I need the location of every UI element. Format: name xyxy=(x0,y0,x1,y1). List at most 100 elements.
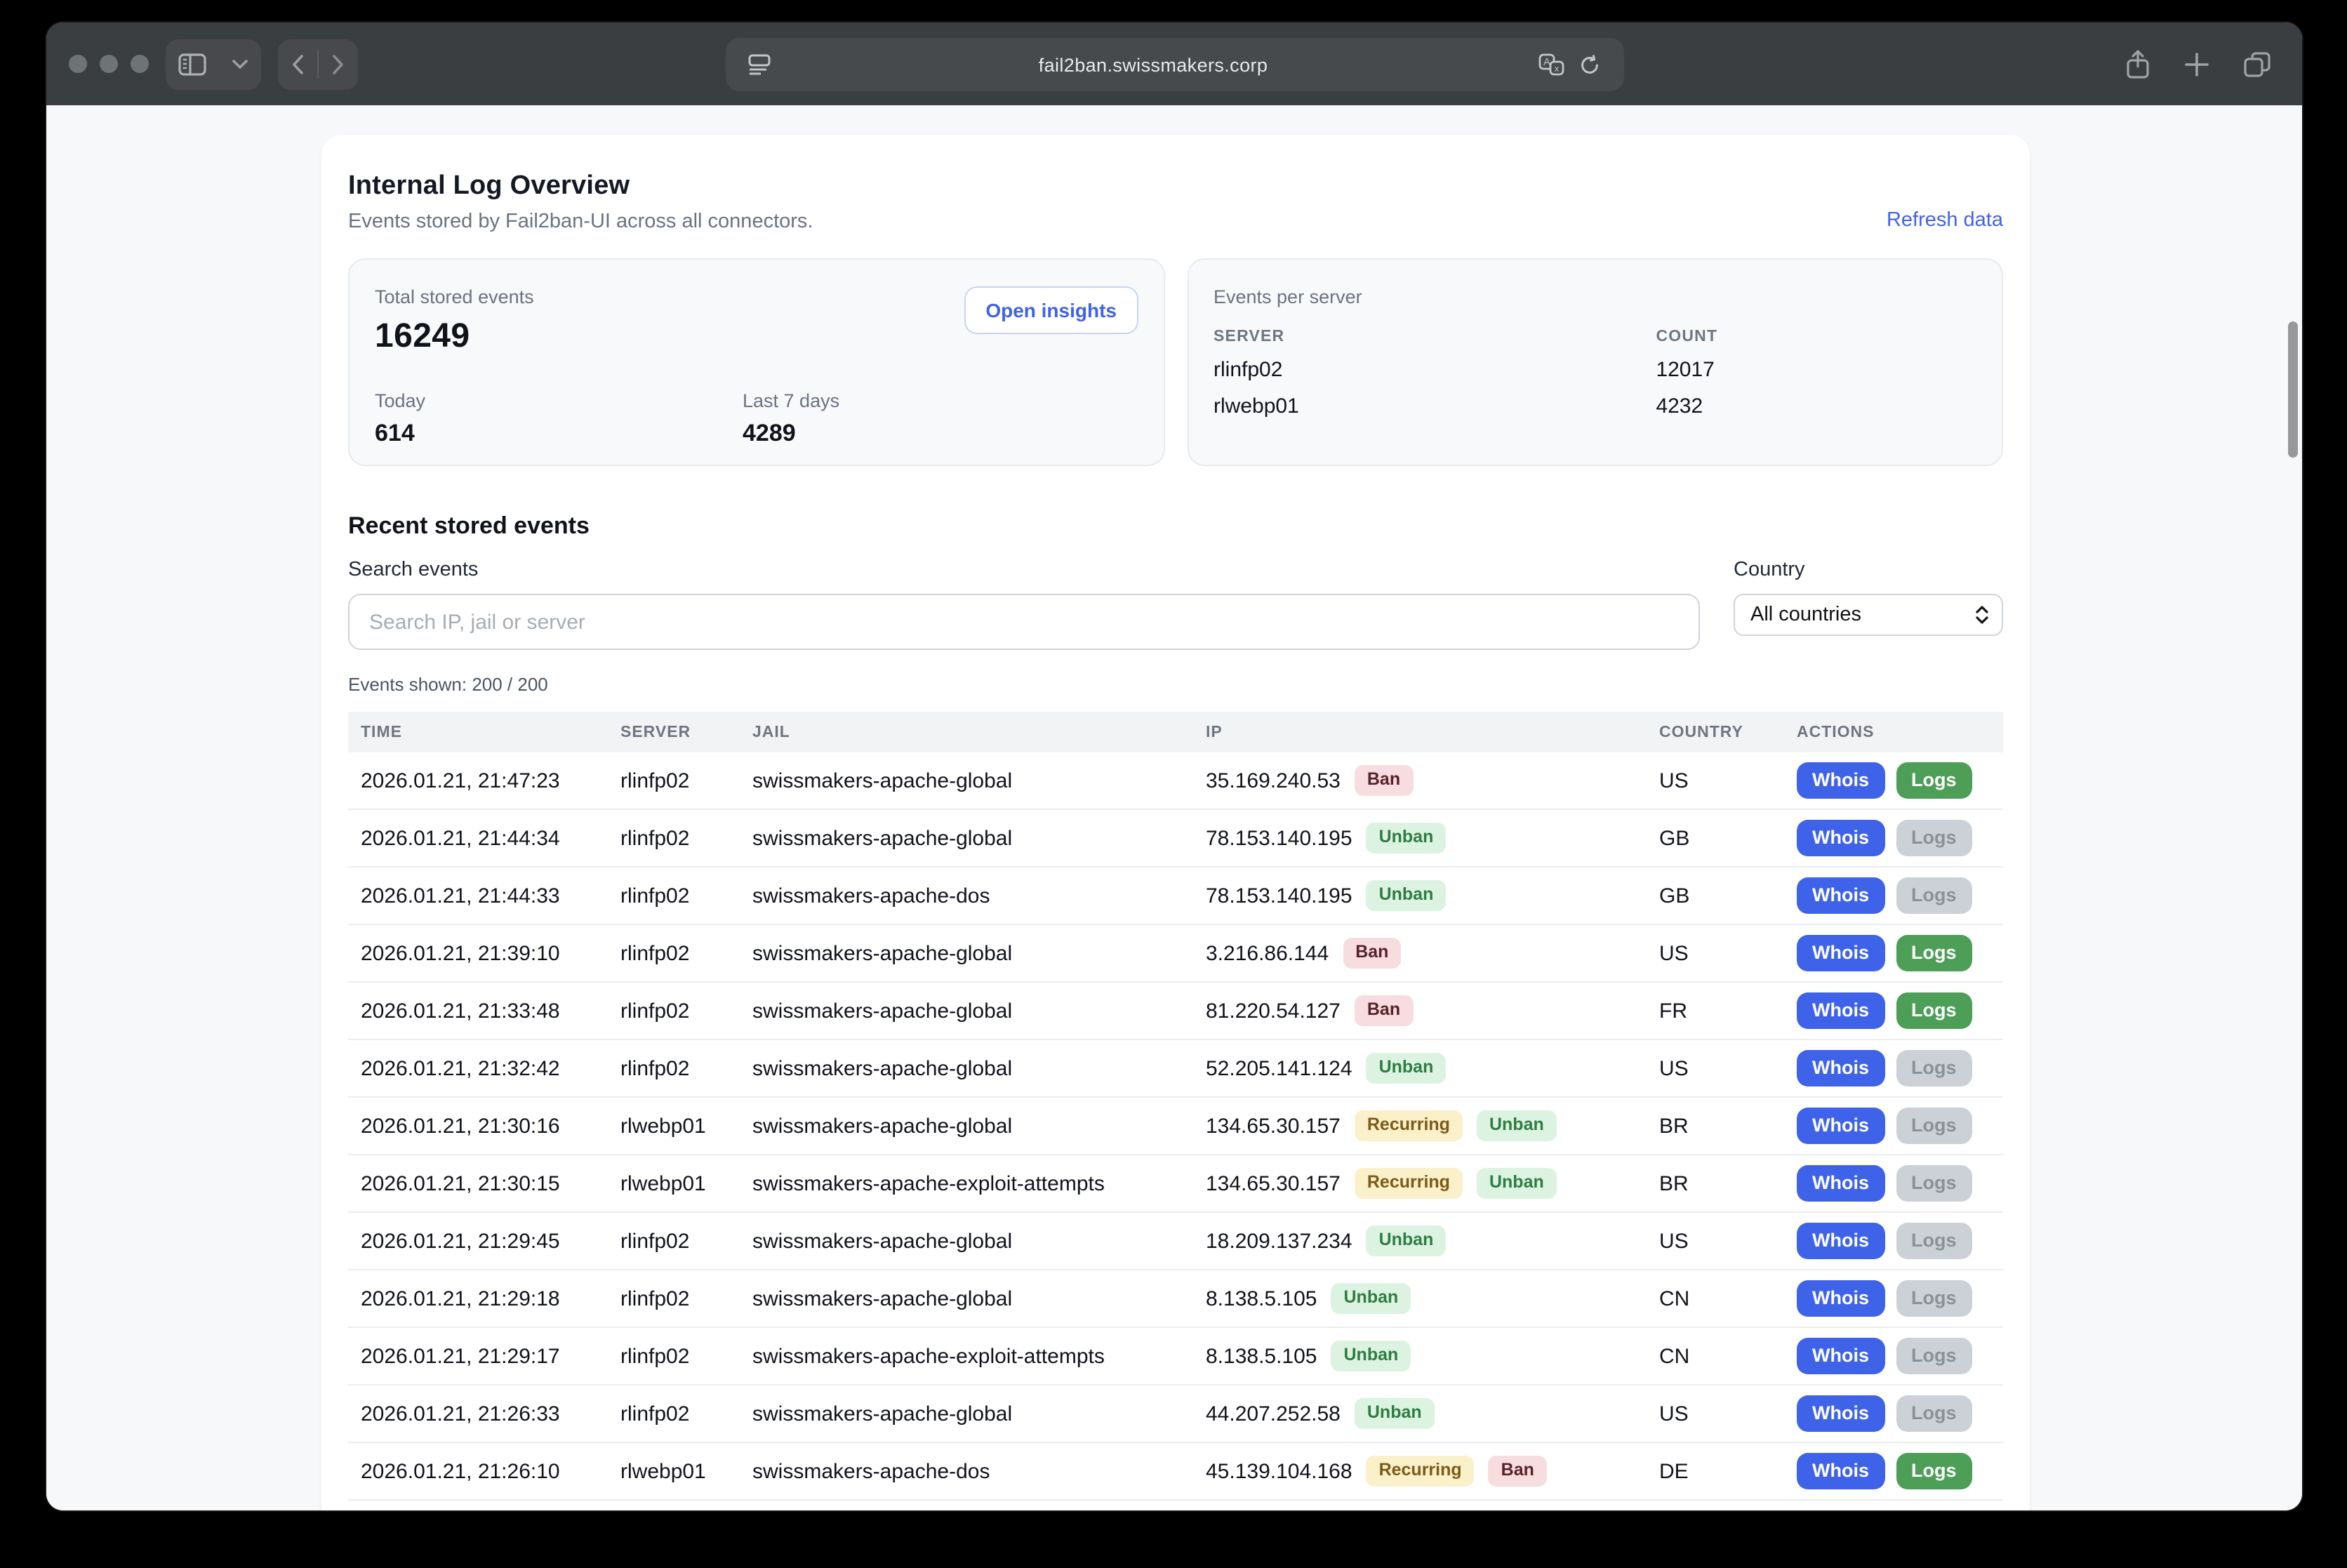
share-button[interactable] xyxy=(2125,48,2150,79)
jail-cell: swissmakers-apache-global xyxy=(740,1056,1193,1080)
time-cell: 2026.01.21, 21:47:23 xyxy=(348,769,608,792)
country-cell: DE xyxy=(1647,1459,1784,1483)
logs-button[interactable]: Logs xyxy=(1896,934,1972,972)
col-actions: Actions xyxy=(1784,724,2003,740)
open-insights-button[interactable]: Open insights xyxy=(964,286,1138,334)
ip-address: 8.138.5.105 xyxy=(1206,1287,1317,1310)
logs-button[interactable]: Logs xyxy=(1896,1164,1972,1202)
search-input[interactable] xyxy=(348,594,1700,650)
ip-cell: 81.220.54.127Ban xyxy=(1193,995,1647,1025)
whois-button[interactable]: Whois xyxy=(1797,819,1884,857)
logs-button[interactable]: Logs xyxy=(1896,1107,1972,1145)
recurring-badge: Recurring xyxy=(1355,1168,1463,1198)
ip-address: 81.220.54.127 xyxy=(1206,999,1341,1023)
total-events-value: 16249 xyxy=(375,317,534,357)
country-cell: FR xyxy=(1647,999,1784,1023)
logs-button[interactable]: Logs xyxy=(1896,1049,1972,1087)
logs-button[interactable]: Logs xyxy=(1896,1337,1972,1375)
unban-badge: Unban xyxy=(1331,1283,1411,1313)
time-cell: 2026.01.21, 21:33:48 xyxy=(348,999,608,1023)
ip-cell: 78.153.140.195Unban xyxy=(1193,823,1647,853)
close-button[interactable] xyxy=(69,55,87,73)
jail-cell: swissmakers-apache-dos xyxy=(740,1459,1193,1483)
logs-button[interactable]: Logs xyxy=(1896,1280,1972,1317)
whois-button[interactable]: Whois xyxy=(1797,1222,1884,1260)
whois-button[interactable]: Whois xyxy=(1797,1049,1884,1087)
ip-address: 8.138.5.105 xyxy=(1206,1344,1317,1368)
whois-button[interactable]: Whois xyxy=(1797,992,1884,1030)
sidebar-menu-button[interactable] xyxy=(219,39,261,89)
whois-button[interactable]: Whois xyxy=(1797,934,1884,972)
col-jail: Jail xyxy=(740,724,1193,740)
new-tab-icon xyxy=(2184,51,2209,77)
translate-button[interactable]: A x xyxy=(1531,39,1571,90)
last7-label: Last 7 days xyxy=(743,390,1110,411)
server-count: 12017 xyxy=(1656,358,1976,382)
page-subtitle: Events stored by Fail2ban-UI across all … xyxy=(348,211,813,233)
time-cell: 2026.01.21, 21:29:45 xyxy=(348,1229,608,1253)
minimize-button[interactable] xyxy=(100,55,118,73)
unban-badge: Unban xyxy=(1367,1225,1447,1256)
logs-button[interactable]: Logs xyxy=(1896,819,1972,857)
time-cell: 2026.01.21, 21:32:42 xyxy=(348,1056,608,1080)
sidebar-icon xyxy=(178,53,206,75)
table-row: 2026.01.21, 21:30:15rlwebp01swissmakers-… xyxy=(348,1155,2003,1213)
sidebar-toggle-button[interactable] xyxy=(166,39,219,89)
ip-address: 134.65.30.157 xyxy=(1206,1171,1341,1195)
table-row: 2026.01.21, 21:29:18rlinfp02swissmakers-… xyxy=(348,1270,2003,1328)
jail-cell: swissmakers-apache-global xyxy=(740,769,1193,792)
whois-button[interactable]: Whois xyxy=(1797,1395,1884,1433)
ip-cell: 44.207.252.58Unban xyxy=(1193,1398,1647,1428)
zoom-button[interactable] xyxy=(131,55,149,73)
reload-button[interactable] xyxy=(1571,39,1607,90)
country-select[interactable]: All countries xyxy=(1734,594,2003,636)
ip-cell: 78.153.140.195Unban xyxy=(1193,880,1647,910)
logs-button[interactable]: Logs xyxy=(1896,762,1972,799)
whois-button[interactable]: Whois xyxy=(1797,1452,1884,1490)
whois-button[interactable]: Whois xyxy=(1797,1107,1884,1145)
whois-button[interactable]: Whois xyxy=(1797,1164,1884,1202)
actions-cell: Whois Logs xyxy=(1784,819,2003,857)
whois-button[interactable]: Whois xyxy=(1797,877,1884,915)
ip-cell: 3.216.86.144Ban xyxy=(1193,938,1647,968)
logs-button[interactable]: Logs xyxy=(1896,1395,1972,1433)
back-button[interactable] xyxy=(278,39,317,89)
actions-cell: Whois Logs xyxy=(1784,992,2003,1030)
refresh-data-link[interactable]: Refresh data xyxy=(1887,209,2003,232)
back-icon xyxy=(291,53,305,75)
table-row: 2026.01.21, 21:32:42rlinfp02swissmakers-… xyxy=(348,1040,2003,1098)
server-cell: rlwebp01 xyxy=(608,1171,740,1195)
logs-button[interactable]: Logs xyxy=(1896,1452,1972,1490)
col-server: Server xyxy=(608,724,740,740)
translate-icon: A x xyxy=(1538,53,1564,76)
time-cell: 2026.01.21, 21:39:10 xyxy=(348,941,608,965)
jail-cell: swissmakers-apache-exploit-attempts xyxy=(740,1344,1193,1368)
reader-button[interactable] xyxy=(742,39,776,90)
country-cell: CN xyxy=(1647,1344,1784,1368)
jail-cell: swissmakers-apache-global xyxy=(740,999,1193,1023)
window-controls xyxy=(69,55,149,73)
address-bar[interactable]: fail2ban.swissmakers.corp A x xyxy=(725,38,1623,91)
ip-address: 78.153.140.195 xyxy=(1206,884,1352,908)
today-value: 614 xyxy=(375,420,743,448)
logs-button[interactable]: Logs xyxy=(1896,1222,1972,1260)
whois-button[interactable]: Whois xyxy=(1797,762,1884,799)
logs-button[interactable]: Logs xyxy=(1896,992,1972,1030)
forward-button[interactable] xyxy=(319,39,358,89)
events-table-body: 2026.01.21, 21:47:23rlinfp02swissmakers-… xyxy=(348,752,2003,1501)
jail-cell: swissmakers-apache-global xyxy=(740,1287,1193,1310)
whois-button[interactable]: Whois xyxy=(1797,1280,1884,1317)
time-cell: 2026.01.21, 21:26:10 xyxy=(348,1459,608,1483)
tab-overview-button[interactable] xyxy=(2243,51,2271,77)
time-cell: 2026.01.21, 21:44:33 xyxy=(348,884,608,908)
actions-cell: Whois Logs xyxy=(1784,1049,2003,1087)
ip-address: 18.209.137.234 xyxy=(1206,1229,1352,1253)
server-cell: rlinfp02 xyxy=(608,941,740,965)
whois-button[interactable]: Whois xyxy=(1797,1337,1884,1375)
ip-cell: 134.65.30.157RecurringUnban xyxy=(1193,1110,1647,1141)
page-scrollbar[interactable] xyxy=(2288,321,2298,458)
server-count: 4232 xyxy=(1656,394,1976,418)
server-cell: rlinfp02 xyxy=(608,1056,740,1080)
new-tab-button[interactable] xyxy=(2184,51,2209,77)
logs-button[interactable]: Logs xyxy=(1896,877,1972,915)
